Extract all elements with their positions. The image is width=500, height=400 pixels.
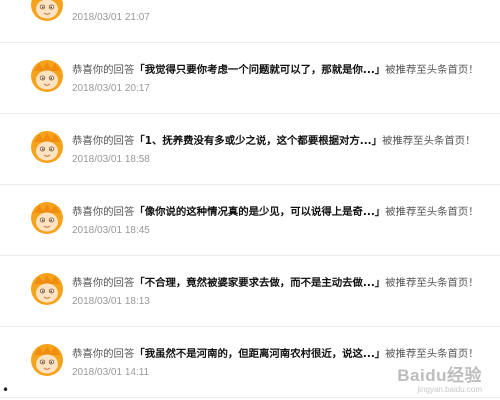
- notification-text: 恭喜你的回答「我虽然不是河南的，但距离河南农村很近，说这...」被推荐至头条首页…: [72, 347, 498, 361]
- notification-page: 2018/03/01 21:07 恭喜你的回答「我觉得只要你考虑一个问题就可以了…: [0, 0, 500, 400]
- timestamp: 2018/03/01 20:17: [72, 83, 150, 94]
- answer-quote-link[interactable]: 「像你说的这种情况真的是少见，可以说得上是奇...」: [134, 206, 385, 218]
- avatar[interactable]: [30, 59, 64, 93]
- watermark: Baidu经验 jingyan.baidu.com: [397, 366, 482, 395]
- timestamp: 2018/03/01 18:58: [72, 154, 150, 165]
- notification-suffix: 被推荐至头条首页！: [385, 277, 479, 289]
- notification-prefix: 恭喜你的回答: [72, 206, 135, 218]
- list-item[interactable]: 恭喜你的回答「不合理，竟然被婆家要求去做，而不是主动去做...」被推荐至头条首页…: [0, 256, 500, 327]
- notification-prefix: 恭喜你的回答: [72, 64, 135, 76]
- answer-quote-link[interactable]: 「不合理，竟然被婆家要求去做，而不是主动去做...」: [134, 277, 385, 289]
- notification-text: 恭喜你的回答「1、抚养费没有多或少之说，这个都要根据对方...」被推荐至头条首页…: [72, 134, 498, 148]
- timestamp: 2018/03/01 14:11: [72, 367, 150, 378]
- list-item[interactable]: 2018/03/01 21:07: [0, 0, 500, 43]
- notification-text: 恭喜你的回答「不合理，竟然被婆家要求去做，而不是主动去做...」被推荐至头条首页…: [72, 276, 498, 290]
- timestamp: 2018/03/01 18:13: [72, 296, 150, 307]
- mascot-avatar-icon: [31, 131, 63, 163]
- bullet-mark: •: [2, 383, 10, 397]
- avatar[interactable]: [30, 130, 64, 164]
- answer-quote-link[interactable]: 「我虽然不是河南的，但距离河南农村很近，说这...」: [134, 348, 385, 360]
- mascot-avatar-icon: [31, 202, 63, 234]
- notification-text: 恭喜你的回答「像你说的这种情况真的是少见，可以说得上是奇...」被推荐至头条首页…: [72, 205, 498, 219]
- timestamp: 2018/03/01 21:07: [72, 12, 150, 23]
- avatar[interactable]: [30, 0, 64, 22]
- avatar[interactable]: [30, 272, 64, 306]
- notification-suffix: 被推荐至头条首页！: [382, 135, 476, 147]
- avatar[interactable]: [30, 201, 64, 235]
- mascot-avatar-icon: [31, 0, 63, 21]
- notification-text: 恭喜你的回答「我觉得只要你考虑一个问题就可以了，那就是你...」被推荐至头条首页…: [72, 63, 498, 77]
- watermark-logo: Baidu经验: [397, 366, 482, 385]
- notification-prefix: 恭喜你的回答: [72, 348, 135, 360]
- mascot-avatar-icon: [31, 273, 63, 305]
- notification-prefix: 恭喜你的回答: [72, 135, 135, 147]
- notification-suffix: 被推荐至头条首页！: [385, 348, 479, 360]
- mascot-avatar-icon: [31, 60, 63, 92]
- list-item[interactable]: 恭喜你的回答「1、抚养费没有多或少之说，这个都要根据对方...」被推荐至头条首页…: [0, 114, 500, 185]
- notification-suffix: 被推荐至头条首页！: [385, 64, 479, 76]
- list-item[interactable]: 恭喜你的回答「像你说的这种情况真的是少见，可以说得上是奇...」被推荐至头条首页…: [0, 185, 500, 256]
- watermark-url: jingyan.baidu.com: [417, 385, 482, 394]
- list-item[interactable]: 恭喜你的回答「我觉得只要你考虑一个问题就可以了，那就是你...」被推荐至头条首页…: [0, 43, 500, 114]
- answer-quote-link[interactable]: 「1、抚养费没有多或少之说，这个都要根据对方...」: [134, 135, 382, 147]
- answer-quote-link[interactable]: 「我觉得只要你考虑一个问题就可以了，那就是你...」: [134, 64, 385, 76]
- notification-prefix: 恭喜你的回答: [72, 277, 135, 289]
- mascot-avatar-icon: [31, 344, 63, 376]
- notification-suffix: 被推荐至头条首页！: [385, 206, 479, 218]
- timestamp: 2018/03/01 18:45: [72, 225, 150, 236]
- notification-list: 2018/03/01 21:07 恭喜你的回答「我觉得只要你考虑一个问题就可以了…: [0, 0, 500, 398]
- avatar[interactable]: [30, 343, 64, 377]
